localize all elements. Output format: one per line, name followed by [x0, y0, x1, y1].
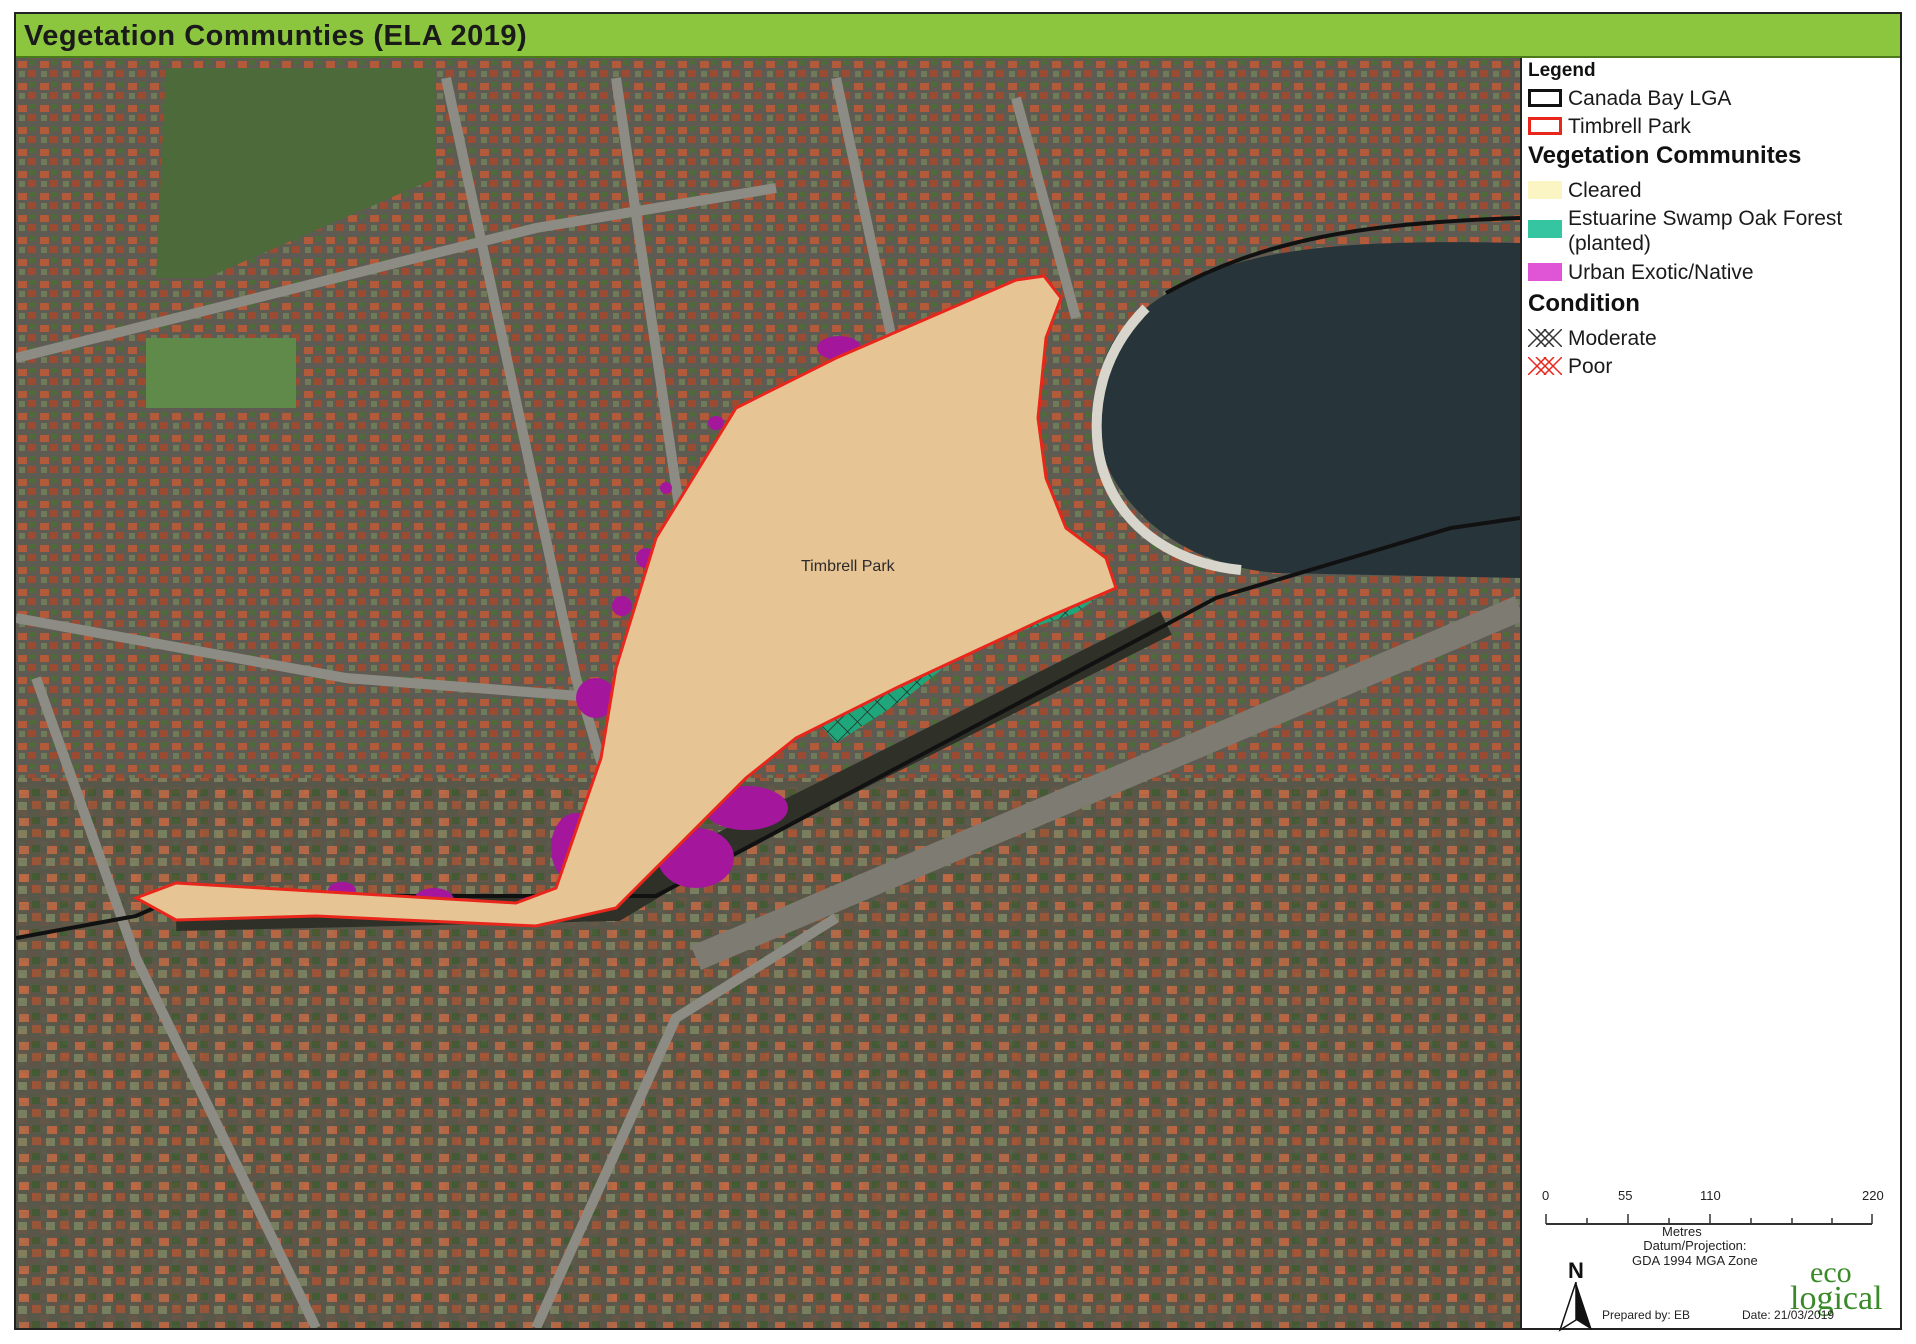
- cleared-swatch: [1528, 181, 1562, 199]
- moderate-swatch: [1528, 329, 1562, 347]
- legend-item-cleared: Cleared: [1528, 178, 1642, 203]
- prepared-by: Prepared by: EB: [1602, 1308, 1691, 1322]
- sports-field: [146, 338, 296, 408]
- title-bar: Vegetation Communties (ELA 2019): [16, 14, 1900, 58]
- map-canvas: [16, 58, 1520, 1328]
- scale-unit: Metres: [1662, 1224, 1702, 1239]
- map-title: Vegetation Communties (ELA 2019): [24, 20, 528, 52]
- legend-item-swamp-oak: Estuarine Swamp Oak Forest (planted): [1528, 206, 1868, 256]
- condition-heading: Condition: [1528, 290, 1640, 317]
- map-frame: Vegetation Communties (ELA 2019) Timbrel…: [14, 12, 1902, 1332]
- veg-heading: Vegetation Communites: [1528, 142, 1802, 169]
- urban-area-south: [16, 778, 1520, 1328]
- map-date: Date: 21/03/2019: [1742, 1308, 1835, 1322]
- park-swatch: [1528, 117, 1562, 135]
- poor-swatch: [1528, 357, 1562, 375]
- lga-swatch: [1528, 89, 1562, 107]
- legend-item-lga: Canada Bay LGA: [1528, 86, 1731, 111]
- park-label: Timbrell Park: [801, 558, 895, 575]
- urban-exotic-swatch: [1528, 263, 1562, 281]
- legend-panel: Legend Canada Bay LGA Timbrell Park Vege…: [1522, 58, 1900, 1332]
- legend-item-poor: Poor: [1528, 354, 1612, 379]
- scale-ruler: [1545, 1214, 1873, 1225]
- legend-heading: Legend: [1528, 60, 1596, 81]
- legend-item-park: Timbrell Park: [1528, 114, 1691, 139]
- north-label: N: [1568, 1258, 1584, 1283]
- datum-text: Datum/Projection: GDA 1994 MGA Zone: [1632, 1238, 1758, 1268]
- swamp-oak-swatch: [1528, 220, 1562, 238]
- legend-item-moderate: Moderate: [1528, 326, 1657, 351]
- north-arrow-icon: [1558, 1282, 1592, 1332]
- legend-item-urban-exotic: Urban Exotic/Native: [1528, 260, 1754, 285]
- aerial-map[interactable]: Timbrell Park: [16, 58, 1522, 1328]
